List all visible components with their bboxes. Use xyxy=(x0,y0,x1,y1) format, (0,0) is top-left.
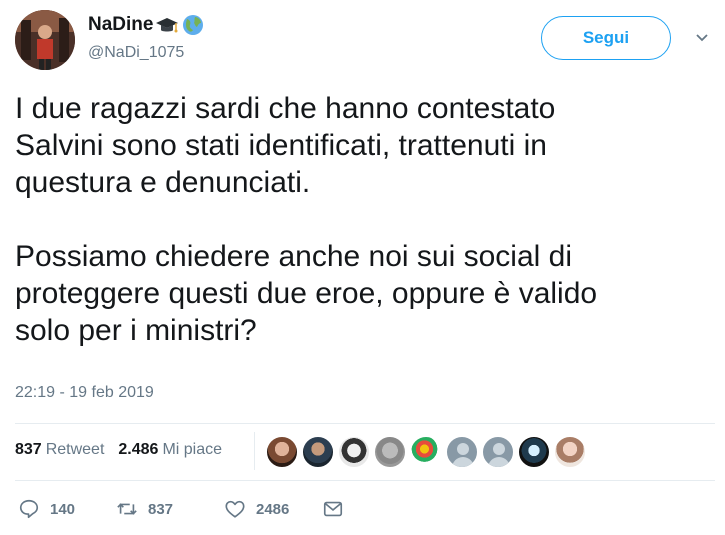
liker-avatar[interactable] xyxy=(266,436,298,468)
liker-avatar[interactable] xyxy=(446,436,478,468)
direct-message-button[interactable] xyxy=(322,498,344,520)
tweet-paragraph: I due ragazzi sardi che hanno contestato… xyxy=(15,92,556,199)
reply-button[interactable]: 140 xyxy=(18,498,116,520)
author-avatar[interactable] xyxy=(15,10,75,70)
profile-photo xyxy=(15,10,75,70)
retweet-icon xyxy=(117,503,137,515)
liker-avatar[interactable] xyxy=(554,436,586,468)
author-name-row[interactable]: NaDine xyxy=(88,12,205,38)
liker-avatar[interactable] xyxy=(482,436,514,468)
retweets-count[interactable]: 837 xyxy=(15,441,42,459)
heart-icon xyxy=(225,500,245,518)
retweet-button[interactable]: 837 xyxy=(116,498,224,520)
author-handle[interactable]: @NaDi_1075 xyxy=(88,44,184,62)
follow-button[interactable]: Segui xyxy=(541,16,671,60)
liker-avatar[interactable] xyxy=(374,436,406,468)
tweet-paragraph: Possiamo chiedere anche noi sui social d… xyxy=(15,240,598,347)
author-display-name[interactable]: NaDine xyxy=(88,14,153,36)
liker-avatar[interactable] xyxy=(410,436,442,468)
like-count: 2486 xyxy=(256,500,290,518)
tweet-actions: 140 837 2486 xyxy=(18,498,344,520)
globe-icon xyxy=(183,15,204,35)
liker-avatar[interactable] xyxy=(302,436,334,468)
tweet-timestamp[interactable]: 22:19 - 19 feb 2019 xyxy=(15,384,154,402)
stats-separator xyxy=(254,432,255,470)
likes-label[interactable]: Mi piace xyxy=(162,441,222,459)
likes-count[interactable]: 2.486 xyxy=(118,441,158,459)
retweet-count: 837 xyxy=(148,500,174,518)
divider xyxy=(15,480,715,481)
envelope-icon xyxy=(323,501,343,517)
reply-count: 140 xyxy=(50,500,76,518)
like-button[interactable]: 2486 xyxy=(224,498,322,520)
reply-icon xyxy=(19,499,39,519)
engagement-stats: 837 Retweet 2.486 Mi piace xyxy=(15,441,222,459)
liker-avatar[interactable] xyxy=(338,436,370,468)
divider xyxy=(15,423,715,424)
chevron-down-icon[interactable] xyxy=(694,30,710,46)
retweets-label[interactable]: Retweet xyxy=(46,441,105,459)
liker-avatar[interactable] xyxy=(518,436,550,468)
graduation-cap-icon xyxy=(156,18,179,33)
tweet-text: I due ragazzi sardi che hanno contestato… xyxy=(15,90,710,349)
likers-avatars xyxy=(266,436,586,468)
